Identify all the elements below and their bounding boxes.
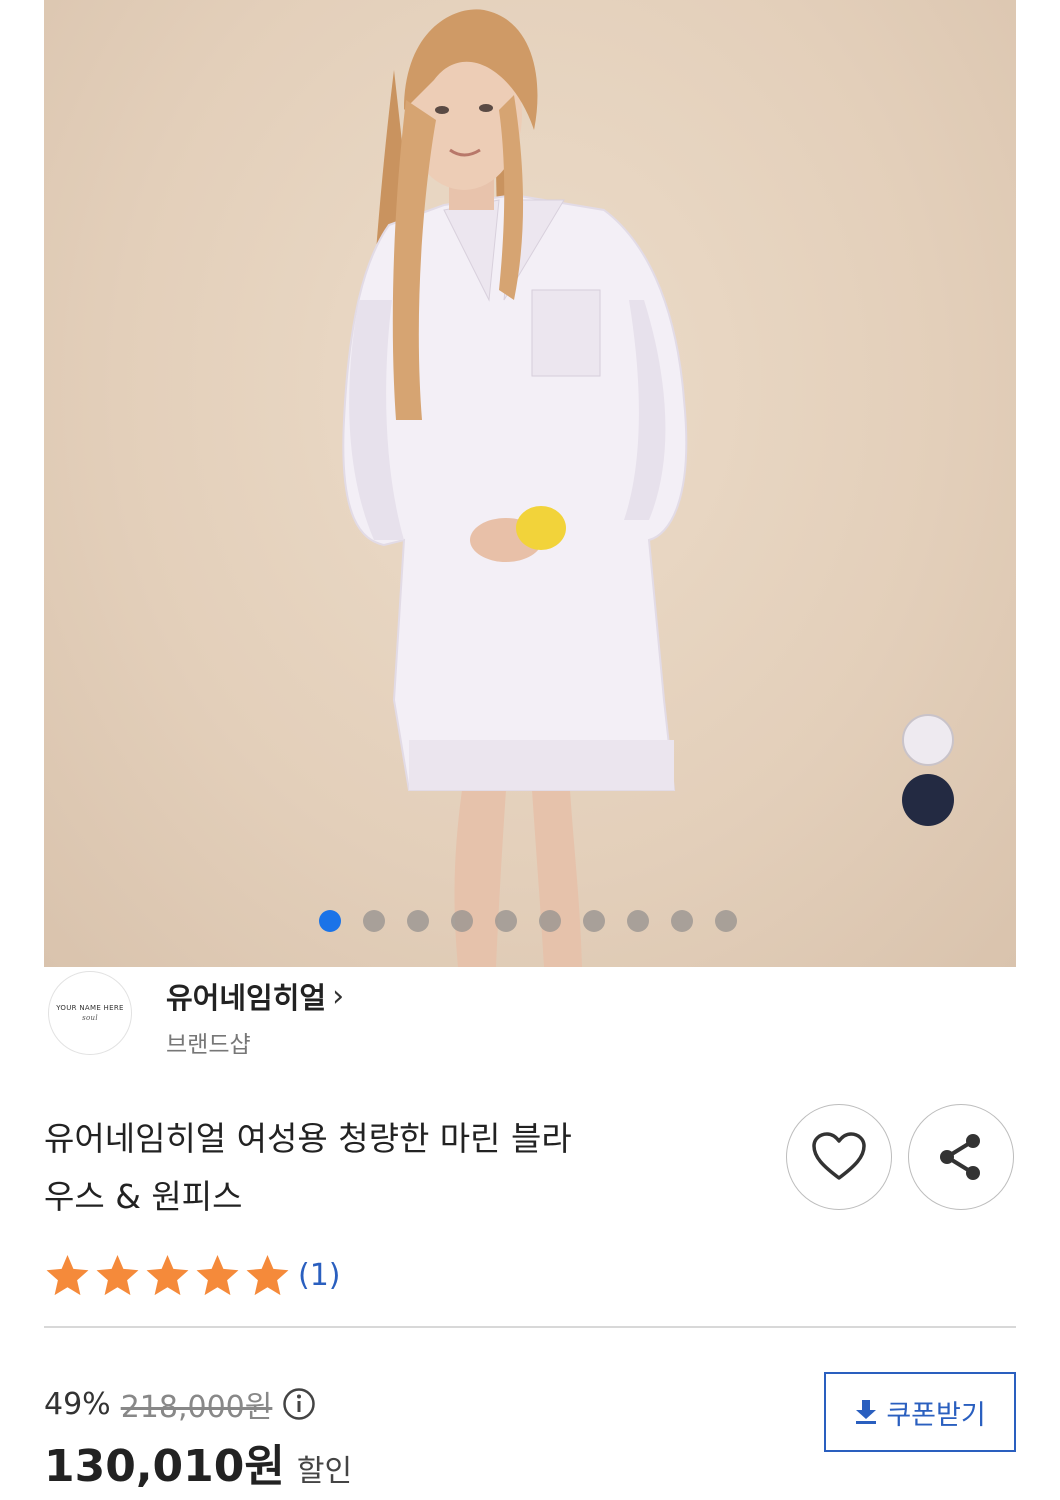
product-photo — [342, 9, 688, 967]
brand-logo-signature: soul — [82, 1014, 98, 1022]
brand-logo[interactable]: YOUR NAME HERE soul — [48, 971, 132, 1055]
product-title: 유어네임히얼 여성용 청량한 마린 블라 우스 & 원피스 — [44, 1110, 744, 1226]
gallery-dot[interactable] — [671, 910, 693, 932]
gallery-pagination — [319, 910, 737, 932]
gallery-dot[interactable] — [495, 910, 517, 932]
heart-icon — [812, 1132, 866, 1180]
star-icon — [246, 1254, 289, 1296]
star-icon — [196, 1254, 239, 1296]
share-button[interactable] — [908, 1104, 1014, 1210]
gallery-dot[interactable] — [319, 910, 341, 932]
gallery-dot[interactable] — [451, 910, 473, 932]
brand-type: 브랜드샵 — [166, 1032, 251, 1058]
product-rating[interactable]: (1) — [44, 1252, 341, 1299]
original-price: 218,000원 — [120, 1390, 273, 1425]
info-icon[interactable] — [282, 1387, 316, 1421]
brand-logo-text: YOUR NAME HERE — [56, 1004, 124, 1012]
review-count[interactable]: (1) — [298, 1258, 341, 1293]
final-price: 130,010원 — [44, 1441, 285, 1492]
brand-name-link[interactable]: 유어네임히얼 › — [166, 975, 344, 1017]
gallery-dot[interactable] — [363, 910, 385, 932]
coupon-label: 쿠폰받기 — [886, 1399, 986, 1431]
star-icon — [146, 1254, 189, 1296]
divider — [44, 1326, 1016, 1328]
final-price-label: 할인 — [296, 1454, 353, 1489]
star-icon — [96, 1254, 139, 1296]
download-icon — [856, 1400, 877, 1424]
share-icon — [940, 1134, 980, 1180]
product-image-gallery[interactable] — [44, 0, 1016, 967]
gallery-dot[interactable] — [539, 910, 561, 932]
final-price-row: 130,010원 할인 — [44, 1430, 352, 1494]
coupon-button[interactable]: 쿠폰받기 — [824, 1372, 1016, 1452]
product-title-line: 유어네임히얼 여성용 청량한 마린 블라 — [44, 1119, 572, 1158]
wishlist-button[interactable] — [786, 1104, 892, 1210]
gallery-dot[interactable] — [583, 910, 605, 932]
brand-name: 유어네임히얼 — [166, 981, 327, 1015]
discount-rate: 49% — [44, 1386, 111, 1422]
brand-row[interactable]: YOUR NAME HERE soul 유어네임히얼 › 브랜드샵 — [44, 967, 1016, 1059]
gallery-dot[interactable] — [627, 910, 649, 932]
product-title-line: 우스 & 원피스 — [44, 1177, 243, 1216]
color-swatch-navy[interactable] — [902, 774, 954, 826]
gallery-dot[interactable] — [407, 910, 429, 932]
chevron-right-icon: › — [332, 978, 345, 1014]
price-meta: 49% 218,000원 — [44, 1382, 316, 1426]
gallery-dot[interactable] — [715, 910, 737, 932]
star-icon — [46, 1254, 89, 1296]
color-swatch-white[interactable] — [902, 714, 954, 766]
